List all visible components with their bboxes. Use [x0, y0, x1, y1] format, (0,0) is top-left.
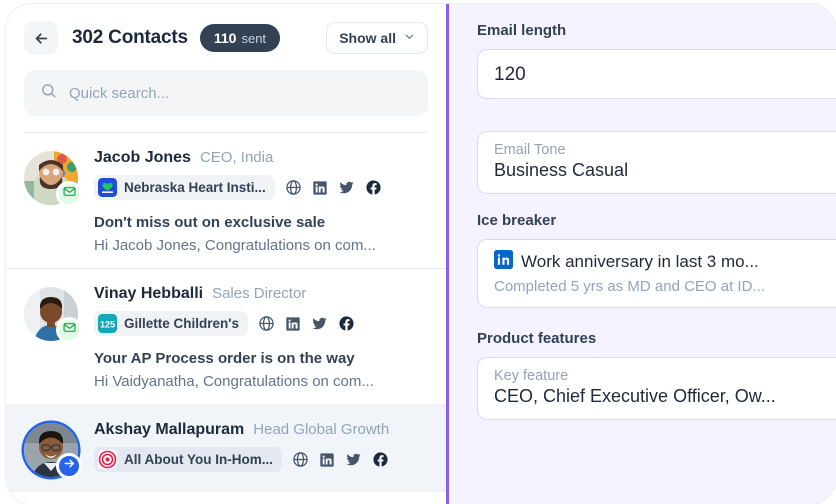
- list-header: 302 Contacts 110 sent Show all: [6, 4, 446, 133]
- linkedin-icon[interactable]: [312, 180, 328, 196]
- globe-icon[interactable]: [285, 179, 302, 196]
- gillette-125-logo-icon: 125: [98, 314, 117, 333]
- arrow-left-icon: [33, 30, 50, 47]
- sent-count: 110: [213, 30, 237, 46]
- company-name: Gillette Children's: [124, 316, 239, 331]
- contact-body: Akshay Mallapuram Head Global Growth All…: [94, 421, 428, 477]
- email-sent-icon: [62, 321, 76, 339]
- contacts-card: 302 Contacts 110 sent Show all Quick sea…: [6, 4, 836, 504]
- avatar-wrap: [24, 151, 82, 207]
- linkedin-icon: [494, 250, 513, 274]
- product-features-label: Product features: [477, 330, 597, 347]
- contact-list[interactable]: Jacob Jones CEO, India Nebraska Heart In…: [6, 133, 446, 504]
- email-tone-field[interactable]: Email Tone Business Casual: [477, 131, 836, 194]
- ice-breaker-field[interactable]: Work anniversary in last 3 mo... Complet…: [477, 239, 836, 308]
- company-chip[interactable]: All About You In-Hom...: [94, 447, 282, 472]
- social-links: [285, 179, 382, 196]
- email-tone-value: Business Casual: [494, 160, 629, 180]
- svg-text:125: 125: [100, 319, 115, 329]
- email-tone-label: Email Tone: [494, 142, 566, 158]
- sent-badge: 110 sent: [199, 24, 281, 52]
- bullseye-logo-icon: [98, 450, 117, 469]
- back-button[interactable]: [24, 21, 58, 55]
- contact-list-item[interactable]: Vinay Hebballi Sales Director 125 Gillet…: [6, 269, 446, 405]
- chevron-down-icon: [404, 29, 415, 47]
- social-links: [292, 451, 389, 468]
- email-sent-icon: [62, 185, 76, 203]
- contact-role: Sales Director: [212, 285, 307, 302]
- settings-panel: Email length 120 Email Tone Business Cas…: [449, 4, 836, 504]
- app-root: 302 Contacts 110 sent Show all Quick sea…: [0, 0, 836, 504]
- status-badge: [56, 453, 82, 479]
- company-chip[interactable]: 125 Gillette Children's: [94, 311, 248, 336]
- contact-name: Akshay Mallapuram: [94, 421, 245, 438]
- facebook-icon[interactable]: [372, 451, 389, 468]
- email-length-label: Email length: [477, 22, 567, 39]
- email-subject: Don't miss out on exclusive sale: [94, 214, 326, 231]
- contact-name-row: Akshay Mallapuram Head Global Growth: [94, 421, 428, 439]
- search-box[interactable]: [24, 70, 428, 116]
- twitter-icon[interactable]: [311, 315, 328, 332]
- nebraska-heart-logo-icon: [98, 178, 117, 197]
- facebook-icon[interactable]: [338, 315, 355, 332]
- show-all-label: Show all: [339, 30, 396, 46]
- company-chip[interactable]: Nebraska Heart Insti...: [94, 175, 275, 200]
- email-subject: Your AP Process order is on the way: [94, 350, 355, 367]
- header-row: 302 Contacts 110 sent Show all: [24, 20, 428, 56]
- social-links: [258, 315, 355, 332]
- contact-list-item-selected[interactable]: Akshay Mallapuram Head Global Growth All…: [6, 405, 446, 492]
- contact-name-row: Jacob Jones CEO, India: [94, 149, 428, 167]
- contacts-panel: 302 Contacts 110 sent Show all Quick sea…: [6, 4, 446, 504]
- email-length-value: 120: [494, 64, 526, 85]
- contact-name-row: Vinay Hebballi Sales Director: [94, 285, 428, 303]
- contact-role: Head Global Growth: [253, 421, 390, 438]
- contact-name: Vinay Hebballi: [94, 285, 204, 302]
- globe-icon[interactable]: [292, 451, 309, 468]
- company-name: Nebraska Heart Insti...: [124, 180, 266, 195]
- email-length-field[interactable]: 120: [477, 49, 836, 99]
- twitter-icon[interactable]: [338, 179, 355, 196]
- company-row: Nebraska Heart Insti...: [94, 175, 428, 200]
- company-row: 125 Gillette Children's: [94, 311, 428, 336]
- key-feature-value: CEO, Chief Executive Officer, Ow...: [494, 386, 776, 406]
- email-preview: Hi Jacob Jones, Congratulations on com..…: [94, 237, 376, 254]
- company-name: All About You In-Hom...: [124, 452, 273, 467]
- status-badge: [56, 317, 82, 343]
- ice-breaker-label: Ice breaker: [477, 212, 557, 229]
- arrow-right-icon: [63, 457, 76, 475]
- page-title: 302 Contacts: [72, 27, 188, 48]
- search-input[interactable]: [69, 70, 412, 116]
- ice-breaker-detail: Completed 5 yrs as MD and CEO at ID...: [494, 278, 765, 295]
- contact-list-item[interactable]: Jacob Jones CEO, India Nebraska Heart In…: [6, 133, 446, 269]
- ice-breaker-title: Work anniversary in last 3 mo...: [521, 252, 759, 271]
- company-row: All About You In-Hom...: [94, 447, 428, 472]
- globe-icon[interactable]: [258, 315, 275, 332]
- ice-breaker-title-row: Work anniversary in last 3 mo...: [494, 250, 836, 274]
- linkedin-icon[interactable]: [319, 452, 335, 468]
- facebook-icon[interactable]: [365, 179, 382, 196]
- search-icon: [40, 82, 57, 104]
- avatar-wrap: [24, 423, 82, 479]
- email-preview: Hi Vaidyanatha, Congratulations on com..…: [94, 373, 374, 390]
- contact-role: CEO, India: [199, 149, 274, 166]
- contact-name: Jacob Jones: [94, 149, 191, 166]
- sent-label: sent: [241, 30, 267, 46]
- avatar-wrap: [24, 287, 82, 343]
- contact-body: Jacob Jones CEO, India Nebraska Heart In…: [94, 149, 428, 254]
- key-feature-label: Key feature: [494, 368, 569, 384]
- show-all-dropdown[interactable]: Show all: [326, 22, 428, 54]
- key-feature-field[interactable]: Key feature CEO, Chief Executive Officer…: [477, 357, 836, 420]
- contact-body: Vinay Hebballi Sales Director 125 Gillet…: [94, 285, 428, 390]
- status-badge: [56, 181, 82, 207]
- linkedin-icon[interactable]: [285, 316, 301, 332]
- twitter-icon[interactable]: [345, 451, 362, 468]
